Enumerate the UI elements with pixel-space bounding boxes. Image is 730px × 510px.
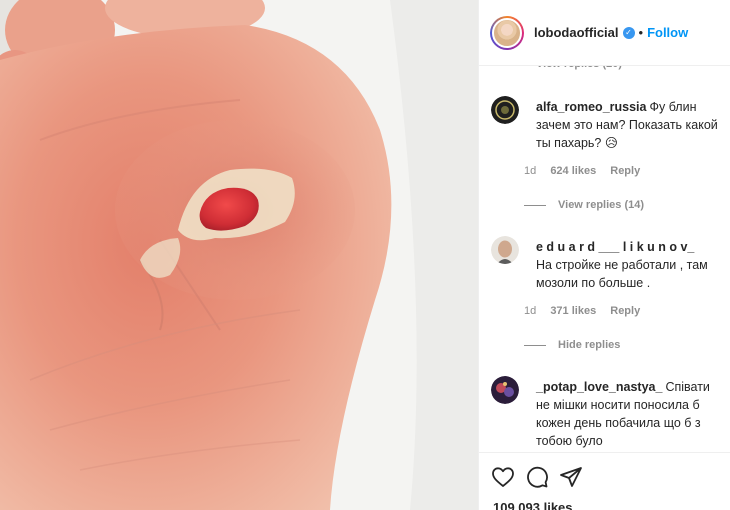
- comment-username[interactable]: alfa_romeo_russia: [536, 100, 646, 114]
- comment-text-block: alfa_romeo_russia Фу блин зачем это нам? …: [536, 98, 721, 152]
- comments-list[interactable]: View replies (20) alfa_romeo_russiaФу бл…: [479, 0, 730, 452]
- comment-meta: 1d 371 likes Reply: [524, 305, 651, 317]
- comment-likes[interactable]: 624 likes: [550, 165, 596, 177]
- heart-icon[interactable]: [491, 465, 515, 489]
- post-header: lobodaofficial ✓ • Follow: [479, 0, 730, 66]
- comment-likes[interactable]: 371 likes: [550, 305, 596, 317]
- comment-meta: 1d 624 likes Reply: [524, 165, 651, 177]
- reply-button[interactable]: Reply: [610, 165, 640, 177]
- comment-text: На стройке не работали , там мозоли по б…: [536, 258, 708, 290]
- avatar[interactable]: [491, 236, 519, 264]
- hide-replies-toggle[interactable]: Hide replies: [524, 339, 620, 351]
- divider-line: [524, 344, 546, 346]
- separator-dot: •: [638, 25, 644, 40]
- post-photo[interactable]: [0, 0, 478, 510]
- action-bar: 109 093 likes: [479, 452, 730, 510]
- comment-text-block: _potap_love_nastya_ Співати не мішки носи…: [536, 378, 721, 450]
- avatar[interactable]: [491, 96, 519, 124]
- view-replies-label: View replies (14): [558, 199, 645, 211]
- view-replies-toggle[interactable]: View replies (14): [524, 199, 644, 211]
- follow-button[interactable]: Follow: [647, 25, 688, 40]
- verified-badge-icon: ✓: [622, 26, 635, 39]
- comment-username[interactable]: e d u a r d ___ l i k u n o v_: [536, 240, 694, 254]
- author-username[interactable]: lobodaofficial: [534, 25, 619, 40]
- comment-age[interactable]: 1d: [524, 165, 536, 177]
- likes-count[interactable]: 109 093 likes: [493, 500, 573, 510]
- avatar[interactable]: [491, 376, 519, 404]
- share-icon[interactable]: [559, 465, 583, 489]
- post-side-panel: View replies (20) alfa_romeo_russiaФу бл…: [478, 0, 730, 510]
- author-avatar[interactable]: [490, 15, 524, 50]
- hide-replies-label: Hide replies: [558, 339, 621, 351]
- comment-age[interactable]: 1d: [524, 305, 536, 317]
- comment-username[interactable]: _potap_love_nastya_: [536, 380, 662, 394]
- comment-text-block: e d u a r d ___ l i k u n o v_ На стройк…: [536, 238, 721, 292]
- comment-icon[interactable]: [525, 465, 549, 489]
- divider-line: [524, 204, 546, 206]
- reply-button[interactable]: Reply: [610, 305, 640, 317]
